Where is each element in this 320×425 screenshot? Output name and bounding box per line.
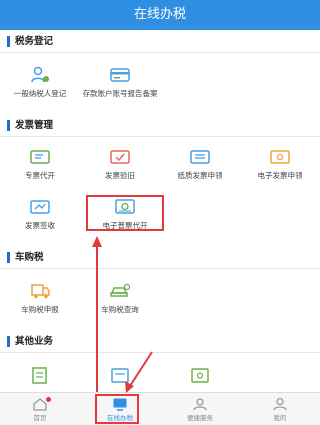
section-title: 税务登记 <box>15 36 54 47</box>
tile-general-taxpayer-registration[interactable]: 一般纳税人登记 <box>0 66 80 99</box>
tile-other-3[interactable] <box>160 366 240 384</box>
ticket-icon <box>30 150 50 164</box>
tab-label: 首页 <box>33 414 47 422</box>
tile-vehicle-tax-query[interactable]: 车购税查询 <box>80 282 160 315</box>
ticket-sign-icon <box>30 200 50 214</box>
tab-mine[interactable]: 我的 <box>240 393 320 425</box>
ticket-apply-icon <box>190 150 210 164</box>
tab-label: 便捷服务 <box>187 414 213 422</box>
tile-other-2[interactable] <box>80 366 160 384</box>
bottom-tab-bar: 首页 在线办税 便捷服务 我的 <box>0 392 320 425</box>
section-invoice-management: 发票管理 <box>0 118 320 134</box>
arrow-head <box>92 236 102 247</box>
tile-label: 存款账户账号报告备案 <box>82 89 158 98</box>
highlight-box <box>95 394 139 424</box>
tile-invoice-verification[interactable]: 发票验旧 <box>80 148 160 181</box>
page-title: 在线办税 <box>0 0 320 30</box>
tab-home[interactable]: 首页 <box>0 393 80 425</box>
form-icon <box>191 368 209 383</box>
person-register-icon <box>31 66 49 83</box>
car-search-icon <box>110 283 131 297</box>
divider <box>0 268 320 269</box>
section-marker <box>7 252 10 263</box>
divider <box>0 136 320 137</box>
tile-label: 发票签收 <box>25 221 55 230</box>
section-marker <box>7 336 10 347</box>
section-tax-registration: 税务登记 <box>0 34 320 50</box>
section-marker <box>7 36 10 47</box>
calc-icon <box>111 368 129 383</box>
tile-vehicle-tax-declare[interactable]: 车购税申报 <box>0 282 80 315</box>
service-icon <box>193 398 207 411</box>
tab-convenient-service[interactable]: 便捷服务 <box>160 393 240 425</box>
tile-label: 一般纳税人登记 <box>13 89 67 98</box>
truck-declare-icon <box>31 284 50 299</box>
bank-card-icon <box>110 68 130 82</box>
section-title: 车购税 <box>15 252 44 263</box>
highlight-box <box>86 195 164 231</box>
tab-label: 我的 <box>273 414 287 422</box>
ticket-check-icon <box>110 150 130 164</box>
tile-label: 电子发票申领 <box>257 171 303 180</box>
section-other-business: 其他业务 <box>0 334 320 350</box>
tile-label: 纸质发票申领 <box>177 171 223 180</box>
tile-invoice-receipt[interactable]: 发票签收 <box>0 198 80 231</box>
user-icon <box>273 397 287 411</box>
tile-paper-invoice-apply[interactable]: 纸质发票申领 <box>160 148 240 181</box>
tile-label: 车购税申报 <box>21 305 59 314</box>
tile-bank-account-filing[interactable]: 存款账户账号报告备案 <box>80 66 160 99</box>
tile-e-invoice-apply[interactable]: 电子发票申领 <box>240 148 320 181</box>
doc-icon <box>32 367 47 384</box>
divider <box>0 352 320 353</box>
notification-dot <box>46 397 51 402</box>
section-title: 发票管理 <box>15 120 54 131</box>
tile-label: 专票代开 <box>25 171 55 180</box>
tile-special-invoice-issuing[interactable]: 专票代开 <box>0 148 80 181</box>
divider <box>0 52 320 53</box>
tile-label: 车购税查询 <box>101 305 139 314</box>
section-title: 其他业务 <box>15 336 54 347</box>
section-vehicle-purchase-tax: 车购税 <box>0 250 320 266</box>
section-marker <box>7 120 10 131</box>
tile-other-1[interactable] <box>0 366 80 384</box>
e-ticket-icon <box>270 150 290 164</box>
tile-label: 发票验旧 <box>105 171 135 180</box>
